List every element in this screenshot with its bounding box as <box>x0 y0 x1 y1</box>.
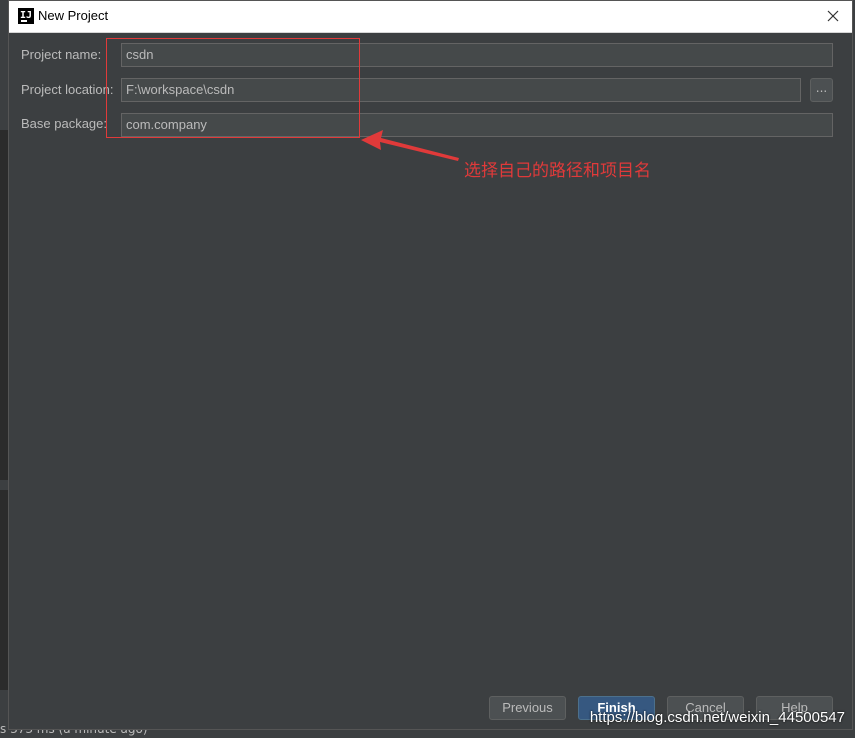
project-location-label: Project location: <box>21 82 114 97</box>
background-ide-band <box>0 130 8 480</box>
watermark-text: https://blog.csdn.net/weixin_44500547 <box>589 709 845 726</box>
new-project-dialog: IJ New Project Project name: csdn Projec… <box>8 0 853 730</box>
project-name-label: Project name: <box>21 47 102 62</box>
base-package-label: Base package: <box>21 116 108 131</box>
base-package-input[interactable]: com.company <box>121 113 833 137</box>
close-button[interactable] <box>822 5 844 27</box>
dialog-title: New Project <box>38 8 109 23</box>
background-ide-strip <box>0 0 8 738</box>
annotation-text: 选择自己的路径和项目名 <box>464 161 651 181</box>
browse-button[interactable]: ... <box>810 78 833 102</box>
close-icon <box>827 10 839 22</box>
project-location-input[interactable]: F:\workspace\csdn <box>121 78 801 102</box>
background-ide-band <box>0 490 8 690</box>
project-name-input[interactable]: csdn <box>121 43 833 67</box>
dialog-titlebar: IJ New Project <box>9 1 852 33</box>
previous-button[interactable]: Previous <box>489 696 566 720</box>
annotation-arrow-icon <box>361 130 459 161</box>
intellij-app-icon: IJ <box>18 8 34 24</box>
